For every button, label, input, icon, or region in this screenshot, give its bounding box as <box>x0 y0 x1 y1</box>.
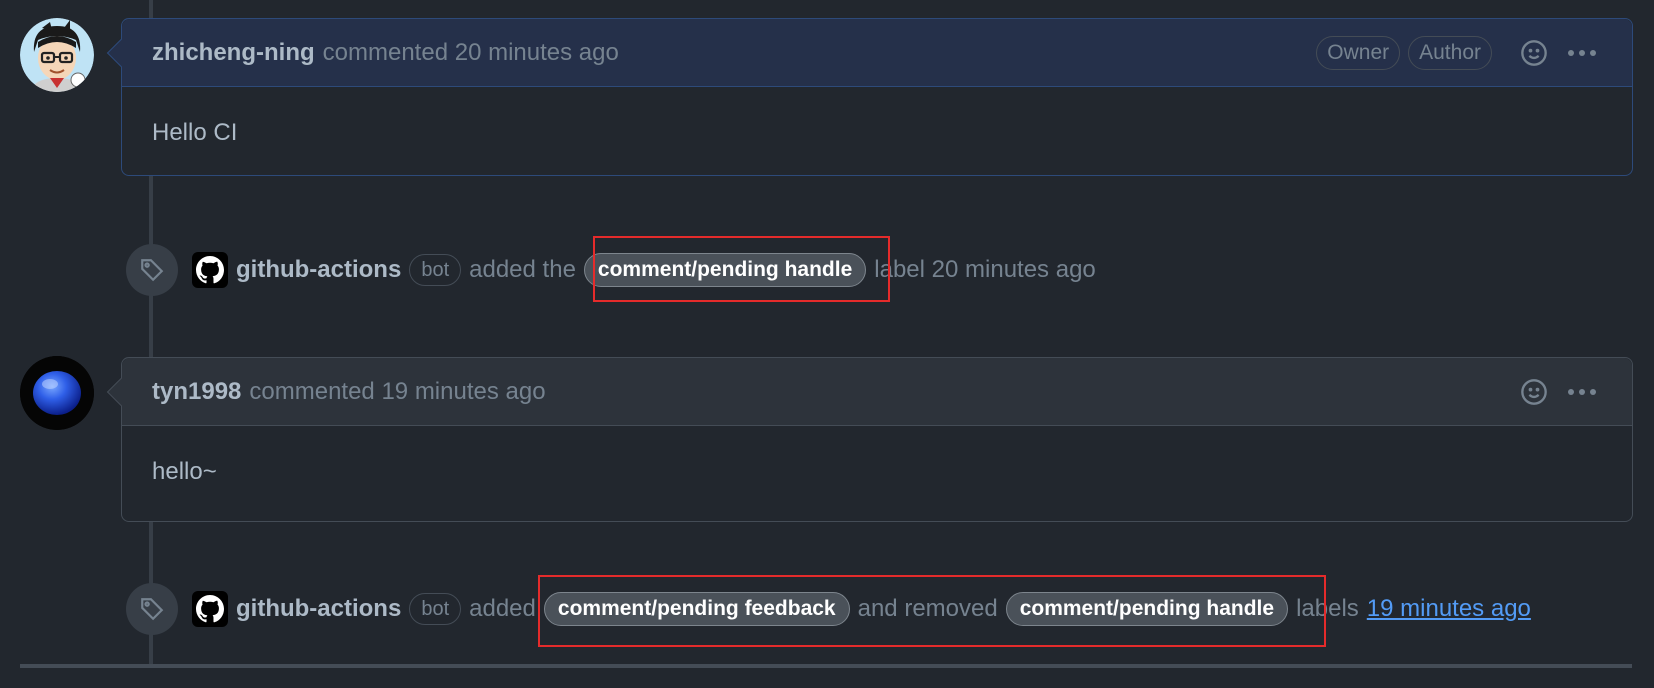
bot-badge: bot <box>409 593 462 625</box>
avatar-zhicheng-ning[interactable] <box>20 18 94 92</box>
comment-author[interactable]: zhicheng-ning <box>152 39 315 67</box>
event-text-labels: labels <box>1296 595 1359 622</box>
comment-body: Hello CI <box>152 119 238 146</box>
tag-icon <box>126 583 178 635</box>
comment-card-zhicheng-ning: zhicheng-ning commented 20 minutes ago O… <box>106 18 1633 176</box>
comment-card-tyn1998: tyn1998 commented 19 minutes ago hello~ <box>106 357 1633 522</box>
comment-author[interactable]: tyn1998 <box>152 378 241 406</box>
event-text-added: added <box>469 595 536 622</box>
timeline-event-labels-changed: github-actions bot added comment/pending… <box>126 583 1531 635</box>
label-chip-added[interactable]: comment/pending feedback <box>543 592 850 626</box>
author-badge: Author <box>1408 35 1492 70</box>
comment-header: tyn1998 commented 19 minutes ago <box>122 358 1632 426</box>
label-chip-removed[interactable]: comment/pending handle <box>1005 592 1289 626</box>
smiley-icon[interactable] <box>1514 374 1554 410</box>
owner-badge: Owner <box>1316 35 1401 70</box>
event-text-after: label 20 minutes ago <box>874 256 1096 283</box>
kebab-horizontal-icon[interactable] <box>1562 374 1602 410</box>
timeline-divider <box>20 664 1632 668</box>
comment-body: hello~ <box>152 458 217 485</box>
comment-timestamp[interactable]: commented 20 minutes ago <box>323 39 619 67</box>
comment-header: zhicheng-ning commented 20 minutes ago O… <box>122 19 1632 87</box>
event-time-link[interactable]: 19 minutes ago <box>1367 595 1531 623</box>
smiley-icon[interactable] <box>1514 35 1554 71</box>
timeline-event-label-added: github-actions bot added the comment/pen… <box>126 244 1096 296</box>
event-text-removed: and removed <box>857 595 998 622</box>
github-mark-icon[interactable] <box>192 591 228 627</box>
label-chip[interactable]: comment/pending handle <box>583 253 867 287</box>
github-mark-icon[interactable] <box>192 252 228 288</box>
event-actor[interactable]: github-actions <box>236 256 401 284</box>
event-text: added the <box>469 256 576 283</box>
kebab-horizontal-icon[interactable] <box>1562 35 1602 71</box>
event-actor[interactable]: github-actions <box>236 595 401 623</box>
comment-timestamp[interactable]: commented 19 minutes ago <box>249 378 545 406</box>
bot-badge: bot <box>409 254 462 286</box>
avatar-tyn1998[interactable] <box>20 356 94 430</box>
tag-icon <box>126 244 178 296</box>
